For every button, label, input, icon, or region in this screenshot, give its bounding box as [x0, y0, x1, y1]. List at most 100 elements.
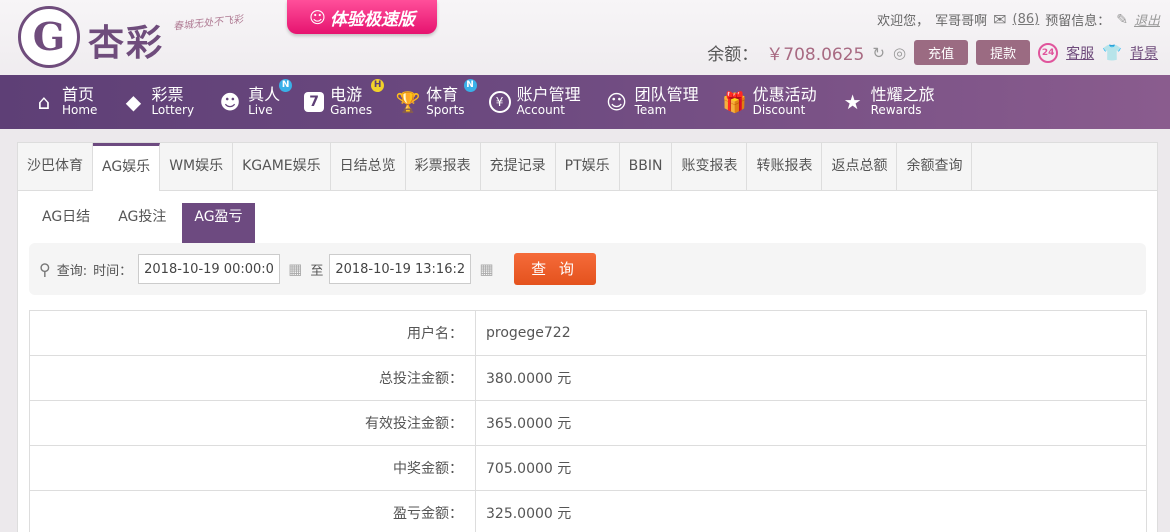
mail-icon[interactable]: ✉: [993, 10, 1006, 29]
logout-link[interactable]: 退出: [1134, 10, 1160, 29]
nav-sublabel: Team: [634, 103, 667, 118]
background-shirt-icon[interactable]: 👕: [1102, 43, 1122, 62]
row-value: progege722: [475, 310, 1147, 356]
tab-bbin[interactable]: BBIN: [620, 143, 673, 190]
subtab-ag-profit[interactable]: AG盈亏: [182, 203, 255, 243]
edit-icon[interactable]: ✎: [1116, 12, 1128, 28]
nav-label: 彩票: [151, 85, 184, 105]
tab-daily-overview[interactable]: 日结总览: [331, 143, 406, 190]
end-date-input[interactable]: [329, 254, 472, 284]
trial-icon: ☺: [309, 7, 326, 27]
to-label: 至: [310, 263, 324, 279]
mail-count[interactable]: (86): [1013, 12, 1040, 27]
nav-item-account[interactable]: ¥ 账户管理 Account: [488, 85, 581, 118]
tab-wm[interactable]: WM娱乐: [160, 143, 234, 190]
tab-account-change[interactable]: 账变报表: [672, 143, 748, 190]
nav-item-home[interactable]: ⌂ 首页 Home: [32, 85, 98, 118]
subtab-ag-bets[interactable]: AG投注: [106, 203, 178, 243]
table-row: 总投注金额： 380.0000 元: [29, 355, 1147, 401]
row-value: 380.0000 元: [475, 355, 1147, 401]
tab-balance-query[interactable]: 余额查询: [897, 143, 973, 190]
subtab-ag-daily[interactable]: AG日结: [30, 203, 102, 243]
header: G 杏彩 春城无处不飞彩 ☺ 体验极速版 欢迎您， 军哥哥啊 ✉ (86) 预留…: [0, 0, 1170, 75]
games-icon: 7: [304, 91, 325, 112]
tab-saba-sports[interactable]: 沙巴体育: [18, 143, 93, 190]
row-label: 用户名：: [29, 310, 476, 356]
row-value: 705.0000 元: [475, 445, 1147, 491]
tab-lottery-report[interactable]: 彩票报表: [406, 143, 481, 190]
nav-item-rewards[interactable]: ★ 性耀之旅 Rewards: [841, 85, 935, 118]
nav-item-discount[interactable]: 🎁 优惠活动 Discount: [722, 85, 817, 118]
customer-service-link[interactable]: 客服: [1066, 43, 1094, 63]
username: 军哥哥啊: [935, 14, 988, 29]
row-value: 325.0000 元: [475, 490, 1147, 532]
nav-label: 账户管理: [516, 85, 581, 105]
query-bar: ⚲ 查询: 时间： ▦ 至 ▦ 查 询: [29, 243, 1146, 295]
table-row: 有效投注金额： 365.0000 元: [29, 400, 1147, 446]
table-row: 盈亏金额： 325.0000 元: [29, 490, 1147, 532]
nav-item-live[interactable]: ☻ 真人 Live N: [218, 79, 293, 118]
home-icon: ⌂: [37, 89, 51, 114]
hot-badge: H: [371, 79, 385, 93]
row-label: 有效投注金额：: [29, 400, 476, 446]
balance-label: 余额：: [707, 45, 759, 65]
logo[interactable]: G 杏彩 春城无处不飞彩: [18, 6, 258, 68]
main-nav: ⌂ 首页 Home ◆ 彩票 Lottery ☻ 真人 Live N 7 电游 Game…: [0, 75, 1170, 129]
live-icon: ☻: [219, 89, 241, 114]
tab-ag[interactable]: AG娱乐: [93, 143, 161, 191]
nav-label: 首页: [62, 85, 95, 105]
new-badge: N: [463, 79, 477, 93]
nav-label: 电游: [330, 85, 363, 105]
profit-table: 用户名： progege722 总投注金额： 380.0000 元 有效投注金额…: [29, 310, 1147, 532]
tab-kgame[interactable]: KGAME娱乐: [233, 143, 331, 190]
team-icon: ☺: [606, 89, 627, 114]
nav-sublabel: Rewards: [870, 103, 922, 118]
logo-slogan: 春城无处不飞彩: [172, 14, 244, 33]
calendar-icon[interactable]: ▦: [288, 260, 302, 278]
nav-label: 体育: [426, 85, 459, 105]
nav-sublabel: Games: [330, 103, 373, 118]
hide-balance-icon[interactable]: ◎: [893, 44, 906, 62]
query-button[interactable]: 查 询: [513, 253, 596, 285]
trophy-icon: 🏆: [395, 89, 421, 114]
gift-icon: 🎁: [722, 89, 748, 114]
tab-deposit-withdraw[interactable]: 充提记录: [481, 143, 556, 190]
balance-row: 余额： ￥708.0625 ↻ ◎ 充值 提款 24 客服 👕 背景: [707, 40, 1158, 65]
nav-item-sports[interactable]: 🏆 体育 Sports N: [395, 79, 477, 118]
tab-transfer-report[interactable]: 转账报表: [747, 143, 823, 190]
nav-item-lottery[interactable]: ◆ 彩票 Lottery: [121, 85, 195, 118]
withdraw-button[interactable]: 提款: [976, 40, 1031, 65]
nav-sublabel: Home: [62, 103, 98, 118]
row-label: 总投注金额：: [29, 355, 476, 401]
background-link[interactable]: 背景: [1130, 43, 1158, 63]
nav-sublabel: Account: [516, 103, 566, 118]
nav-item-games[interactable]: 7 电游 Games H: [304, 79, 385, 118]
nav-item-team[interactable]: ☺ 团队管理 Team: [605, 85, 699, 118]
deposit-button[interactable]: 充值: [914, 40, 969, 65]
notice-label: 预留信息：: [1045, 14, 1111, 29]
tab-pt[interactable]: PT娱乐: [556, 143, 620, 190]
refresh-icon[interactable]: ↻: [872, 44, 885, 62]
nav-label: 团队管理: [634, 85, 699, 105]
nav-label: 优惠活动: [752, 85, 817, 105]
time-label: 时间：: [93, 263, 133, 279]
trial-label: 体验极速版: [329, 9, 415, 30]
tab-rebate-total[interactable]: 返点总额: [822, 143, 898, 190]
nav-sublabel: Discount: [752, 103, 806, 118]
customer-service-icon[interactable]: 24: [1038, 42, 1059, 63]
rewards-icon: ★: [843, 89, 862, 114]
nav-sublabel: Lottery: [151, 103, 195, 118]
balance-value: ￥708.0625: [766, 45, 865, 65]
user-info-bar: 欢迎您， 军哥哥啊 ✉ (86) 预留信息： ✎ 退出: [877, 10, 1160, 29]
row-label: 盈亏金额：: [29, 490, 476, 532]
nav-sublabel: Sports: [426, 103, 465, 118]
trial-version-button[interactable]: ☺ 体验极速版: [287, 0, 437, 34]
report-panel: 沙巴体育 AG娱乐 WM娱乐 KGAME娱乐 日结总览 彩票报表 充提记录 PT…: [17, 142, 1158, 532]
calendar-icon[interactable]: ▦: [479, 260, 493, 278]
nav-sublabel: Live: [248, 103, 273, 118]
nav-label: 性耀之旅: [870, 85, 935, 105]
start-date-input[interactable]: [138, 254, 281, 284]
logo-emblem: G: [18, 6, 80, 68]
nav-label: 真人: [248, 85, 281, 105]
lottery-icon: ◆: [125, 89, 142, 114]
